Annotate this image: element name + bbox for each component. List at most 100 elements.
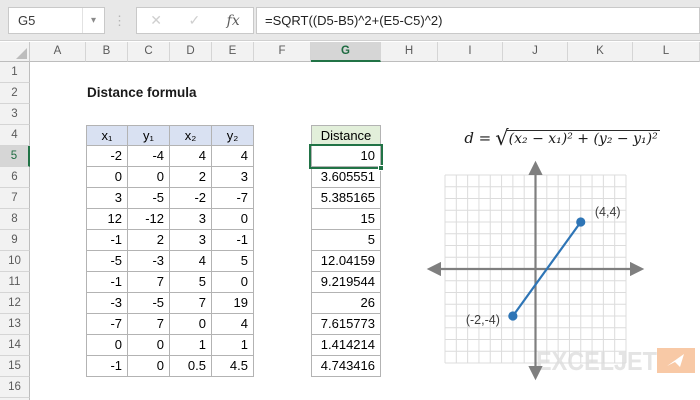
cell[interactable]: -5 [128,293,170,314]
fill-handle[interactable] [378,165,384,171]
row-header-5[interactable]: 5 [0,146,30,167]
distance-column: Distance 10 3.605551 5.385165 15 5 12.04159 9.2… [311,125,381,377]
cell[interactable]: 0 [128,167,170,188]
table-row: 0023 [86,167,254,188]
name-box[interactable]: G5 ▾ [8,7,105,34]
cell[interactable]: 3 [170,209,212,230]
cell[interactable]: 4 [170,146,212,167]
cell[interactable]: 3 [170,230,212,251]
cell[interactable]: 7 [128,272,170,293]
row-header-10[interactable]: 10 [0,251,30,272]
column-header-J[interactable]: J [503,42,568,62]
cell[interactable]: -3 [128,251,170,272]
cell[interactable]: -4 [128,146,170,167]
column-header-I[interactable]: I [438,42,503,62]
row-header-4[interactable]: 4 [0,125,30,146]
cell[interactable]: 1.414214 [311,335,381,356]
xy-header-cell[interactable]: x₁ [86,125,128,146]
cell[interactable]: 0 [86,335,128,356]
formula-bar-buttons: ✕ ✓ fx [136,7,254,34]
cell[interactable]: 3 [86,188,128,209]
cell[interactable]: 1 [170,335,212,356]
formula-bar: G5 ▾ ⋮ ✕ ✓ fx =SQRT((D5-B5)^2+(E5-C5)^2) [0,0,700,41]
row-header-14[interactable]: 14 [0,335,30,356]
column-header-E[interactable]: E [212,42,254,62]
column-header-F[interactable]: F [254,42,311,62]
cell[interactable]: 5.385165 [311,188,381,209]
cell[interactable]: 7.615773 [311,314,381,335]
cell[interactable]: -12 [128,209,170,230]
cell[interactable]: -1 [86,272,128,293]
xy-header-cell[interactable]: y₁ [128,125,170,146]
cell[interactable]: -1 [212,230,254,251]
cell[interactable]: 26 [311,293,381,314]
xy-header-cell[interactable]: x₂ [170,125,212,146]
cell[interactable]: 4 [212,314,254,335]
column-header-B[interactable]: B [86,42,128,62]
cell[interactable]: 0 [170,314,212,335]
row-header-6[interactable]: 6 [0,167,30,188]
enter-icon[interactable]: ✓ [188,12,200,29]
cell[interactable]: -2 [170,188,212,209]
cell[interactable]: 0 [212,272,254,293]
cell[interactable]: 2 [170,167,212,188]
cell[interactable]: -5 [86,251,128,272]
cell[interactable]: 7 [128,314,170,335]
name-box-dropdown-icon[interactable]: ▾ [82,8,104,33]
row-header-8[interactable]: 8 [0,209,30,230]
point-marker [576,217,586,227]
cell[interactable]: 0 [86,167,128,188]
column-header-H[interactable]: H [381,42,438,62]
cell[interactable]: 4 [212,146,254,167]
row-header-7[interactable]: 7 [0,188,30,209]
cell[interactable]: 5 [170,272,212,293]
cell[interactable]: 4 [170,251,212,272]
formula-input[interactable]: =SQRT((D5-B5)^2+(E5-C5)^2) [256,7,700,34]
cell[interactable]: 5 [212,251,254,272]
column-header-A[interactable]: A [30,42,86,62]
row-header-15[interactable]: 15 [0,356,30,377]
cell[interactable]: -2 [86,146,128,167]
cell[interactable]: 12.04159 [311,251,381,272]
cell[interactable]: 7 [170,293,212,314]
cell[interactable]: 4.743416 [311,356,381,377]
cell[interactable]: 15 [311,209,381,230]
column-header-G[interactable]: G [311,42,381,62]
cancel-icon[interactable]: ✕ [150,12,162,29]
cell[interactable]: 0.5 [170,356,212,377]
row-header-9[interactable]: 9 [0,230,30,251]
insert-function-icon[interactable]: fx [227,13,240,29]
row-header-1[interactable]: 1 [0,62,30,83]
cell[interactable]: 2 [128,230,170,251]
cell[interactable]: 12 [86,209,128,230]
column-header-D[interactable]: D [170,42,212,62]
column-header-C[interactable]: C [128,42,170,62]
cell[interactable]: 0 [128,356,170,377]
row-header-16[interactable]: 16 [0,377,30,398]
row-header-13[interactable]: 13 [0,314,30,335]
cell[interactable]: 3 [212,167,254,188]
row-header-3[interactable]: 3 [0,104,30,125]
cell[interactable]: 9.219544 [311,272,381,293]
cell[interactable]: -1 [86,356,128,377]
cell[interactable]: 3.605551 [311,167,381,188]
row-header-11[interactable]: 11 [0,272,30,293]
column-header-K[interactable]: K [568,42,633,62]
xy-header-cell[interactable]: y₂ [212,125,254,146]
cell[interactable]: 1 [212,335,254,356]
cell[interactable]: -7 [212,188,254,209]
row-header-12[interactable]: 12 [0,293,30,314]
cell[interactable]: 0 [212,209,254,230]
cell[interactable]: 5 [311,230,381,251]
distance-header-cell[interactable]: Distance [311,125,381,146]
column-header-L[interactable]: L [633,42,700,62]
cell[interactable]: -1 [86,230,128,251]
cell[interactable]: 0 [128,335,170,356]
cell[interactable]: 4.5 [212,356,254,377]
cell[interactable]: -5 [128,188,170,209]
cell[interactable]: -7 [86,314,128,335]
cell[interactable]: 10 [311,146,381,167]
row-header-2[interactable]: 2 [0,83,30,104]
cell[interactable]: -3 [86,293,128,314]
cell[interactable]: 19 [212,293,254,314]
